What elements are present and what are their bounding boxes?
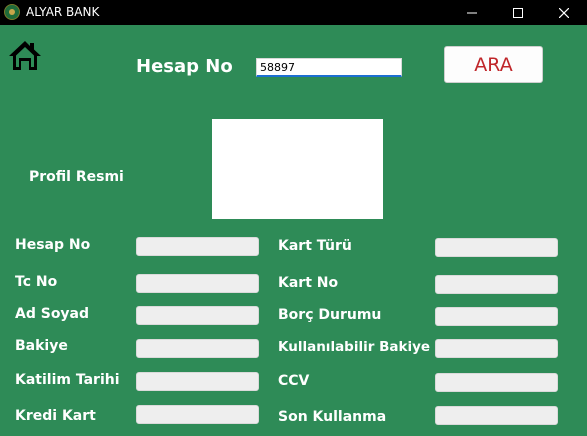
close-icon: [559, 7, 569, 18]
bank-logo-icon: [4, 4, 20, 20]
ad-soyad-field[interactable]: [136, 306, 259, 325]
profile-photo: [212, 119, 383, 219]
kart-no-field[interactable]: [435, 275, 558, 294]
kredi-kart-field[interactable]: [136, 405, 259, 424]
right-label-kullanilabilir-bakiye: Kullanılabilir Bakiye: [278, 339, 431, 355]
minimize-icon: [467, 12, 477, 13]
maximize-icon: [513, 7, 523, 18]
title-bar[interactable]: ALYAR BANK: [0, 0, 587, 25]
search-account-label: Hesap No: [136, 56, 233, 77]
left-label-hesap-no: Hesap No: [15, 237, 91, 253]
minimize-button[interactable]: [449, 0, 495, 25]
left-label-kredi-kart: Kredi Kart: [15, 408, 96, 424]
main-panel: Hesap No ARA Profil Resmi Hesap No Tc No…: [0, 25, 587, 436]
bakiye-field[interactable]: [136, 339, 259, 358]
right-label-borc-durumu: Borç Durumu: [278, 307, 382, 323]
right-label-kart-turu: Kart Türü: [278, 238, 352, 254]
left-label-tc-no: Tc No: [15, 274, 58, 290]
search-button[interactable]: ARA: [444, 46, 543, 83]
ccv-field[interactable]: [435, 373, 558, 392]
profile-photo-label: Profil Resmi: [29, 169, 124, 185]
katilim-tarihi-field[interactable]: [136, 372, 259, 391]
kullanilabilir-bakiye-field[interactable]: [435, 339, 558, 358]
window-title: ALYAR BANK: [26, 5, 100, 19]
left-label-katilim-tarihi: Katilim Tarihi: [15, 372, 120, 388]
left-label-ad-soyad: Ad Soyad: [15, 306, 90, 322]
right-label-son-kullanma: Son Kullanma: [278, 409, 387, 425]
borc-durumu-field[interactable]: [435, 307, 558, 326]
left-label-bakiye: Bakiye: [15, 338, 68, 354]
son-kullanma-field[interactable]: [435, 406, 558, 425]
close-button[interactable]: [541, 0, 587, 25]
kart-turu-field[interactable]: [435, 238, 558, 257]
right-label-kart-no: Kart No: [278, 275, 339, 291]
maximize-button[interactable]: [495, 0, 541, 25]
hesap-no-field[interactable]: [136, 237, 259, 256]
home-icon[interactable]: [8, 39, 42, 73]
right-label-ccv: CCV: [278, 373, 310, 389]
tc-no-field[interactable]: [136, 274, 259, 293]
account-number-input[interactable]: [256, 58, 402, 77]
